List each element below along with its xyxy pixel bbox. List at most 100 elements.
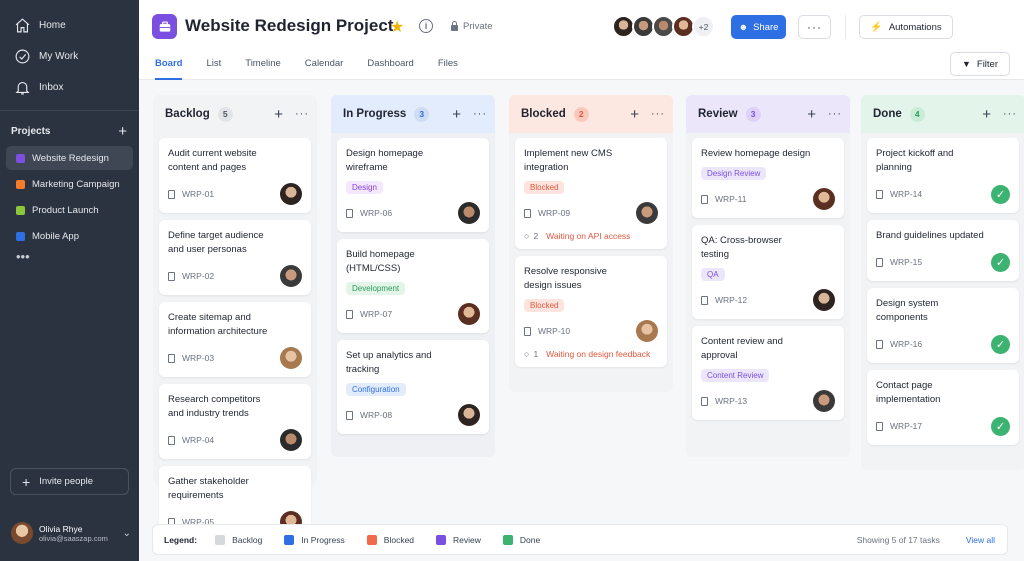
task-comment-status: ○ 1 Waiting on design feedback [524, 349, 658, 359]
privacy-label: Private [463, 21, 493, 32]
assignee-avatar[interactable] [813, 289, 835, 311]
task-card[interactable]: Project kickoff and planning WRP-14 ✓ [867, 138, 1019, 213]
nav-inbox[interactable]: Inbox [0, 72, 139, 103]
column-title: Backlog [165, 108, 210, 120]
task-card[interactable]: Contact page implementation WRP-17 ✓ [867, 370, 1019, 445]
task-id: WRP-07 [360, 309, 393, 319]
chevron-down-icon[interactable]: ⌄ [123, 528, 131, 539]
task-id: WRP-02 [182, 271, 215, 281]
more-projects-icon[interactable]: ••• [0, 250, 139, 270]
avatar [11, 522, 33, 544]
legend-item: In Progress [284, 534, 345, 545]
project-color-swatch [16, 231, 25, 241]
column-body: Audit current website content and pages W… [153, 133, 317, 554]
tab-dashboard[interactable]: Dashboard [367, 58, 413, 80]
assignee-avatar[interactable] [280, 347, 302, 369]
add-card-icon[interactable]: + [807, 107, 816, 122]
filter-button[interactable]: ▼ Filter [950, 52, 1010, 76]
add-card-icon[interactable]: + [274, 107, 283, 122]
more-options-button[interactable]: ··· [798, 15, 831, 39]
sidebar: Home My Work Inbox Projects + Website Re… [0, 0, 139, 561]
tab-timeline[interactable]: Timeline [245, 58, 281, 80]
task-card[interactable]: Content review and approval Content Revie… [692, 326, 844, 420]
task-card[interactable]: Implement new CMS integration Blocked WRP-… [515, 138, 667, 249]
info-icon[interactable]: i [419, 19, 433, 33]
task-card[interactable]: Resolve responsive design issues Blocked W… [515, 256, 667, 367]
document-icon [701, 396, 708, 406]
task-card[interactable]: Set up analytics and tracking Configurati… [337, 340, 489, 434]
column-header: Blocked 2 + ··· [509, 95, 673, 133]
task-id: WRP-12 [715, 295, 748, 305]
task-card[interactable]: Brand guidelines updated WRP-15 ✓ [867, 220, 1019, 281]
add-card-icon[interactable]: + [630, 107, 639, 122]
column-actions: + ··· [807, 107, 842, 122]
column-menu-icon[interactable]: ··· [295, 108, 309, 120]
task-card[interactable]: Define target audience and user personas… [159, 220, 311, 295]
comment-count: 2 [533, 231, 539, 241]
column-header: Backlog 5 + ··· [153, 95, 317, 133]
column-menu-icon[interactable]: ··· [473, 108, 487, 120]
tab-board[interactable]: Board [155, 58, 183, 80]
task-tag-badge: Design [346, 181, 383, 194]
assignee-avatar[interactable] [458, 202, 480, 224]
assignee-avatar[interactable] [458, 404, 480, 426]
share-button[interactable]: ☻ Share [731, 15, 786, 39]
task-card[interactable]: Design homepage wireframe Design WRP-06 [337, 138, 489, 232]
automations-button[interactable]: ⚡ Automations [859, 15, 953, 39]
column-menu-icon[interactable]: ··· [651, 108, 665, 120]
task-card[interactable]: Research competitors and industry trends… [159, 384, 311, 459]
column-menu-icon[interactable]: ··· [828, 108, 842, 120]
column-actions: + ··· [630, 107, 665, 122]
task-card[interactable]: Audit current website content and pages W… [159, 138, 311, 213]
column-menu-icon[interactable]: ··· [1003, 108, 1017, 120]
task-id: WRP-17 [890, 421, 923, 431]
sidebar-project-item[interactable]: Marketing Campaign [6, 172, 133, 196]
projects-header: Projects + [0, 118, 139, 144]
check-circle-icon: ✓ [991, 184, 1010, 204]
task-card[interactable]: Create sitemap and information architect… [159, 302, 311, 377]
column-count-badge: 5 [217, 106, 233, 122]
comment-count: 1 [533, 349, 539, 359]
sidebar-project-item[interactable]: Product Launch [6, 198, 133, 222]
assignee-avatar[interactable] [280, 429, 302, 451]
sidebar-project-item[interactable]: Mobile App [6, 224, 133, 248]
invite-people-button[interactable]: + Invite people [10, 468, 129, 495]
user-profile[interactable]: Olivia Rhye olivia@saaszap.com ⌄ [11, 520, 131, 546]
add-card-icon[interactable]: + [452, 107, 461, 122]
task-card[interactable]: Review homepage design Design Review WRP-1… [692, 138, 844, 218]
task-card[interactable]: Design system components WRP-16 ✓ [867, 288, 1019, 363]
assignee-avatar[interactable] [280, 265, 302, 287]
add-card-icon[interactable]: + [982, 107, 991, 122]
assignee-avatar[interactable] [636, 320, 658, 342]
task-title: Research competitors and industry trends [168, 394, 261, 419]
tab-calendar[interactable]: Calendar [305, 58, 344, 80]
nav-home[interactable]: Home [0, 10, 139, 41]
task-card[interactable]: Build homepage (HTML/CSS) Development WRP-… [337, 239, 489, 333]
privacy-status: Private [451, 20, 493, 32]
document-icon [876, 189, 883, 199]
star-icon[interactable]: ★ [390, 17, 404, 37]
tab-list[interactable]: List [206, 58, 221, 80]
assignee-avatar[interactable] [813, 188, 835, 210]
task-tag-badge: Blocked [524, 299, 565, 312]
tab-files[interactable]: Files [438, 58, 458, 80]
sidebar-project-item[interactable]: Website Redesign [6, 146, 133, 170]
document-icon [876, 339, 883, 349]
lock-icon [451, 20, 458, 31]
assignee-avatar[interactable] [280, 183, 302, 205]
view-all-link[interactable]: View all [966, 535, 995, 545]
assignee-avatar[interactable] [636, 202, 658, 224]
member-avatars[interactable]: +2 [612, 15, 715, 38]
legend-item-label: Review [453, 534, 481, 545]
task-card[interactable]: QA: Cross-browser testing QA WRP-12 [692, 225, 844, 319]
assignee-avatar[interactable] [458, 303, 480, 325]
add-project-icon[interactable]: + [118, 123, 127, 140]
column-actions: + ··· [982, 107, 1017, 122]
task-id: WRP-08 [360, 410, 393, 420]
nav-my-work[interactable]: My Work [0, 41, 139, 72]
legend-item: Blocked [366, 534, 414, 545]
task-id: WRP-04 [182, 435, 215, 445]
assignee-avatar[interactable] [813, 390, 835, 412]
task-tag-badge: Blocked [524, 181, 565, 194]
task-id: WRP-01 [182, 189, 215, 199]
